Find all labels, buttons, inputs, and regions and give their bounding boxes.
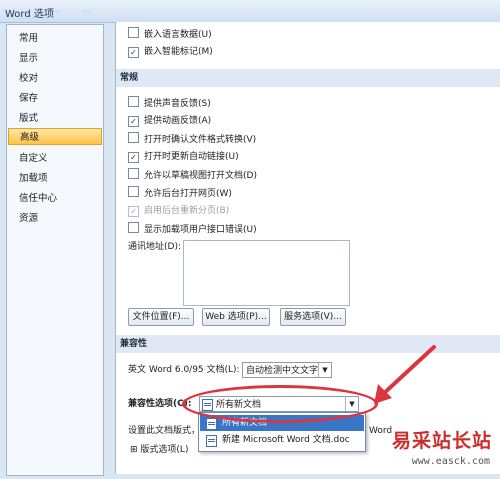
- annotation-arrow-icon: [374, 345, 436, 404]
- watermark-url: www.easck.com: [411, 456, 490, 467]
- watermark-logo: 易采站长站: [391, 430, 492, 452]
